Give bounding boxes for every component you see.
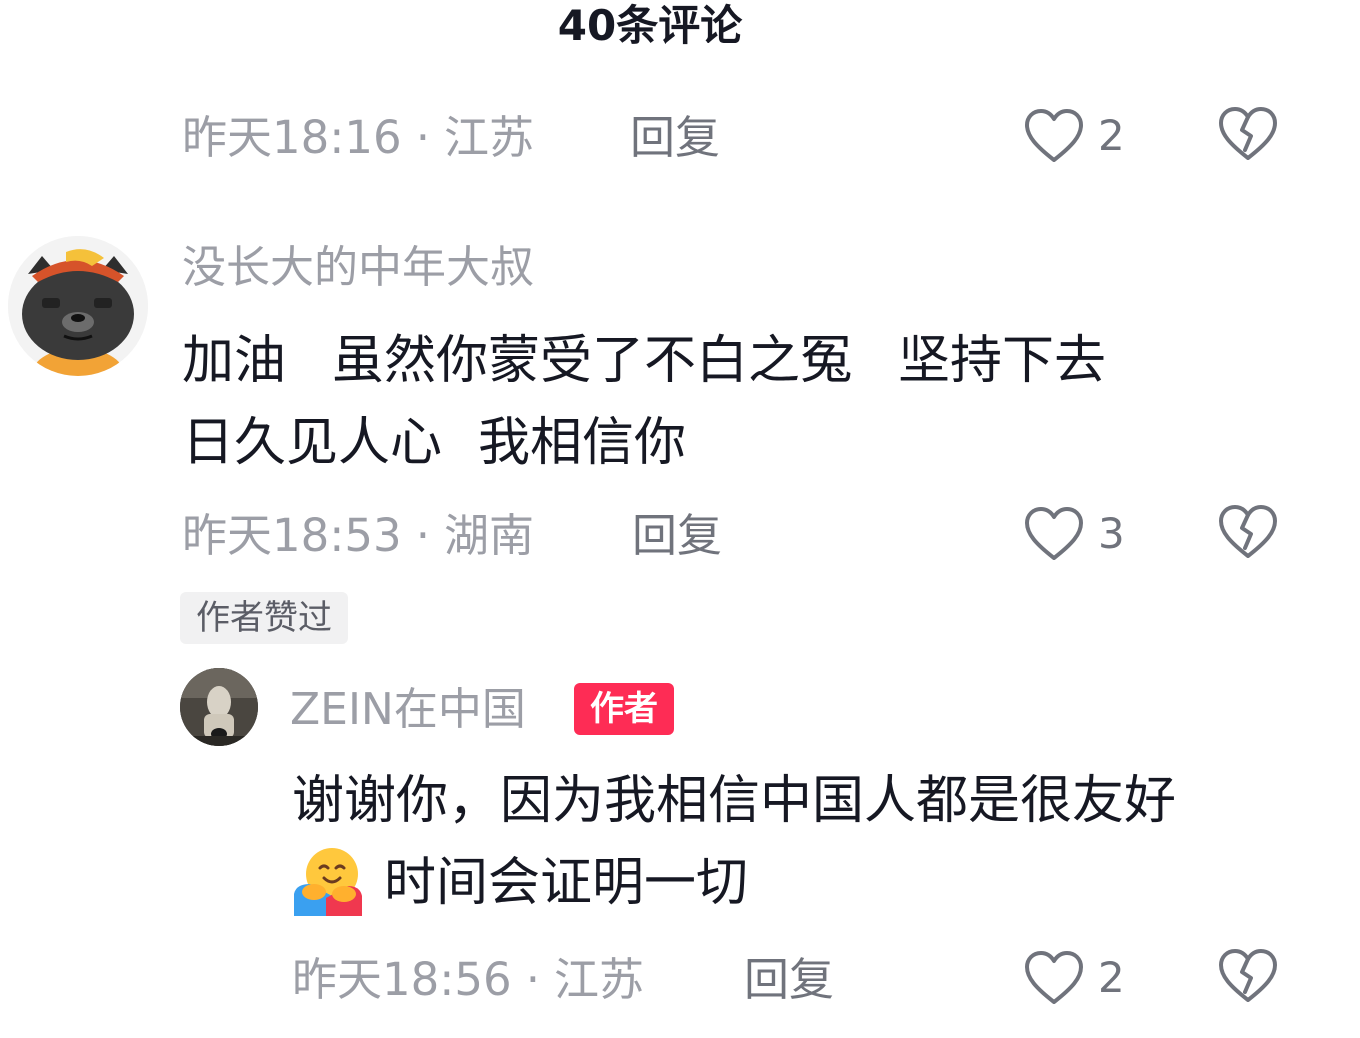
comment-text-part: 我相信你 (478, 413, 687, 473)
author-liked-badge: 作者赞过 (180, 592, 348, 644)
broken-heart-icon (1219, 505, 1277, 558)
comment-text: 谢谢你，因为我相信中国人都是很友好 时间会证明一切 (292, 760, 1176, 924)
dislike-button[interactable] (1218, 504, 1278, 564)
comment-text: 加油 虽然你蒙受了不白之冤 坚持下去日久见人心 我相信你 (182, 320, 1106, 484)
comment-time: 昨天18:16 (182, 111, 402, 164)
avatar[interactable] (8, 236, 148, 376)
comment-text-part: 日久见人心 (182, 413, 443, 473)
hugging-face-emoji (294, 848, 362, 916)
reply-button[interactable]: 回复 (630, 108, 720, 168)
like-button[interactable]: 3 (1024, 504, 1125, 564)
comment-username[interactable]: 没长大的中年大叔 (182, 238, 534, 298)
comment-username[interactable]: ZEIN在中国 (290, 680, 526, 740)
comment-time: 昨天18:56 (292, 953, 512, 1006)
author-avatar-image (180, 668, 258, 746)
meta-separator: · (525, 953, 540, 1006)
comment-text-line: 谢谢你，因为我相信中国人都是很友好 (292, 771, 1177, 831)
comment-location: 江苏 (444, 111, 535, 164)
like-count: 2 (1098, 953, 1125, 1002)
like-count: 3 (1098, 509, 1125, 558)
meta-separator: · (415, 509, 430, 562)
comment-meta: 昨天18:53 · 湖南 (182, 506, 534, 566)
like-button[interactable]: 2 (1024, 106, 1125, 166)
author-badge: 作者 (574, 683, 674, 735)
bear-avatar-image (8, 236, 148, 376)
like-count: 2 (1098, 111, 1125, 160)
comment-meta: 昨天18:56 · 江苏 (292, 950, 644, 1010)
heart-outline-icon (1025, 951, 1083, 1004)
comment-text-part: 加油 (182, 331, 287, 391)
like-button[interactable]: 2 (1024, 948, 1125, 1008)
comment-time: 昨天18:53 (182, 509, 402, 562)
comment-meta: 昨天18:16 · 江苏 (182, 108, 534, 168)
heart-outline-icon (1025, 507, 1083, 560)
comment-text-part: 坚持下去 (898, 331, 1107, 391)
broken-heart-icon (1219, 949, 1277, 1002)
comment-location: 江苏 (554, 953, 645, 1006)
avatar[interactable] (180, 668, 258, 746)
reply-button[interactable]: 回复 (744, 950, 834, 1010)
dislike-button[interactable] (1218, 106, 1278, 166)
meta-separator: · (415, 111, 430, 164)
comment-location: 湖南 (444, 509, 535, 562)
reply-button[interactable]: 回复 (632, 506, 722, 566)
broken-heart-icon (1219, 107, 1277, 160)
heart-outline-icon (1025, 109, 1083, 162)
comment-count-title: 40条评论 (557, 1, 743, 50)
comment-text-part: 虽然你蒙受了不白之冤 (332, 331, 853, 391)
dislike-button[interactable] (1218, 948, 1278, 1008)
comment-text-line: 时间会证明一切 (384, 853, 749, 913)
